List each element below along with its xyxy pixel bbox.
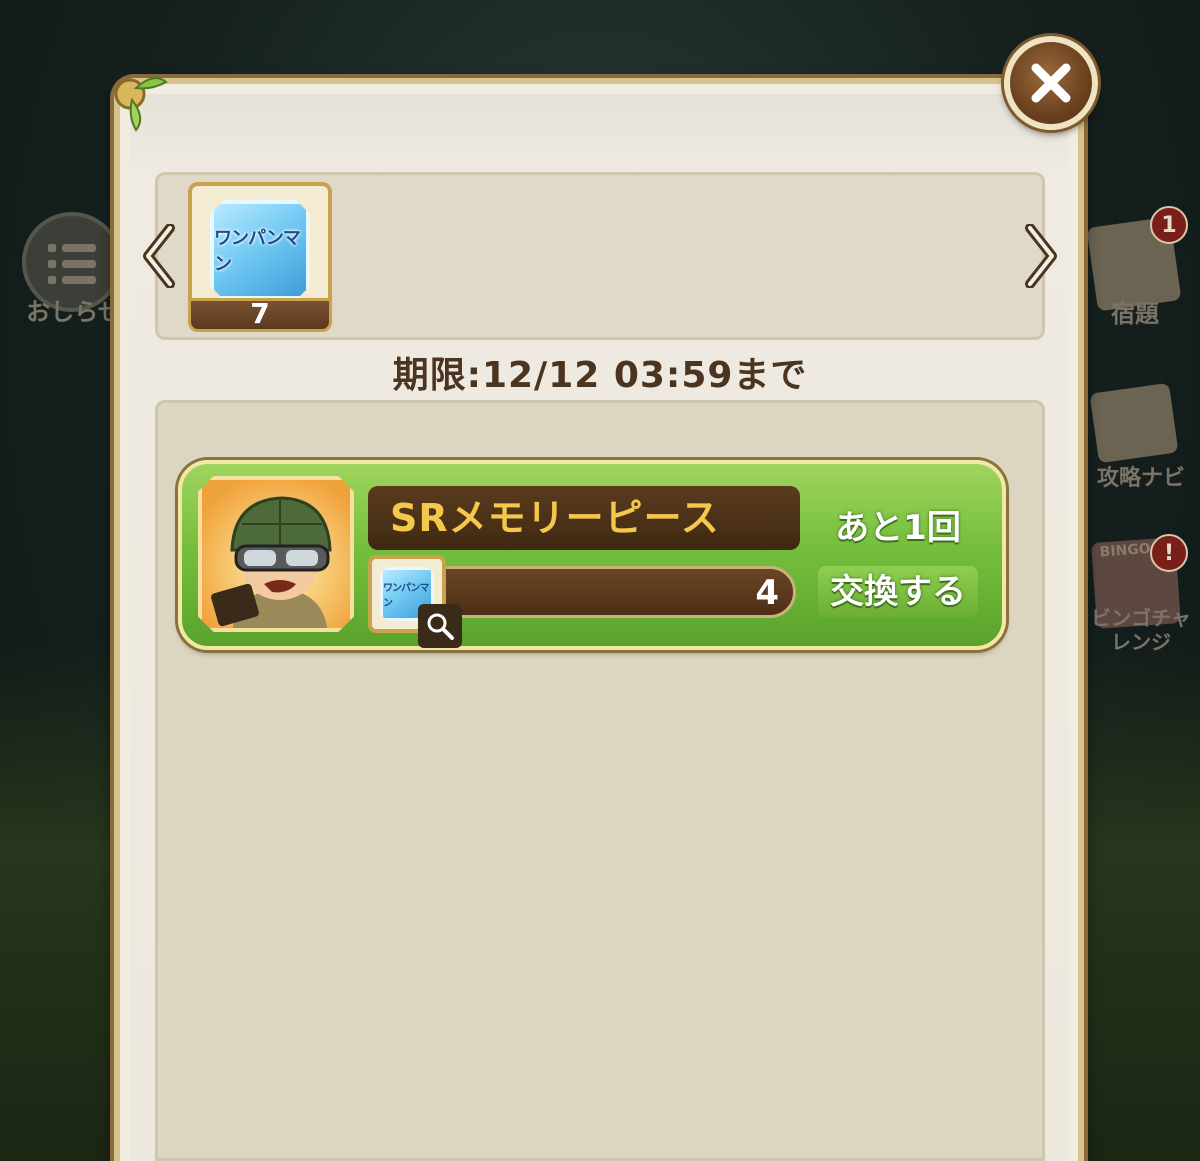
currency-count: 7 [188, 298, 332, 332]
item-name: SRメモリーピース [368, 486, 800, 550]
leaf-ornament-icon [114, 77, 168, 132]
cost-bar: 4 [420, 566, 796, 618]
deadline-text: 期限:12/12 03:59まで [392, 355, 808, 396]
currency-gem-icon: ワンパンマン [210, 200, 310, 300]
currency-card[interactable]: ワンパンマン 7 [188, 182, 332, 332]
close-button[interactable] [1004, 36, 1098, 130]
chevron-right-icon[interactable] [1022, 224, 1060, 288]
guide-menu-icon[interactable] [1089, 382, 1179, 464]
bingo-menu-sublabel: BINGO [1099, 540, 1152, 561]
exchange-button[interactable]: 交換する [818, 566, 978, 618]
homework-menu-label: 宿題 [1111, 300, 1159, 328]
homework-badge: 1 [1150, 206, 1188, 244]
cost-value: 4 [755, 573, 779, 613]
close-icon [1031, 63, 1071, 103]
currency-name: ワンパンマン [214, 228, 301, 275]
soldier-character-icon [202, 480, 350, 628]
remaining-count: あと1回 [835, 508, 961, 548]
zoom-button[interactable] [418, 604, 462, 648]
bingo-menu-label: ビンゴチャレンジ [1091, 606, 1191, 654]
item-portrait[interactable] [198, 476, 354, 632]
bingo-badge: ! [1150, 534, 1188, 572]
magnifier-icon [427, 613, 454, 640]
guide-menu-label: 攻略ナビ [1096, 466, 1185, 491]
chevron-left-icon[interactable] [140, 224, 178, 288]
